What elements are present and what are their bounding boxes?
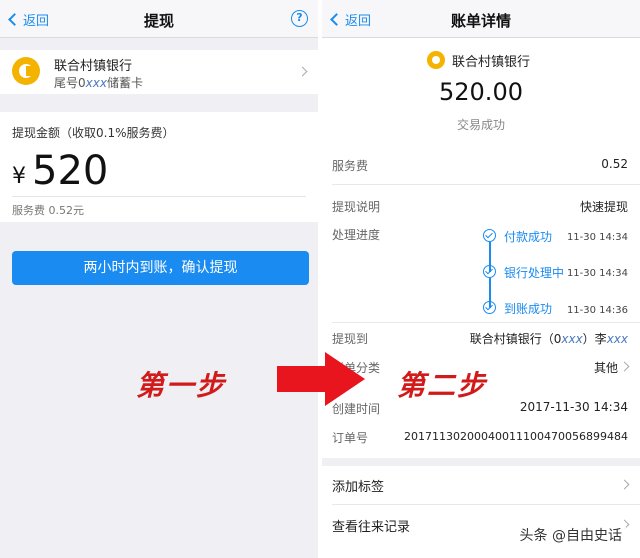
- divider: [12, 196, 306, 197]
- divider: [332, 322, 640, 323]
- to-value: 联合村镇银行（0xxx）李xxx: [469, 332, 628, 346]
- watermark: 头条 @自由史话: [515, 524, 626, 546]
- page-title: 账单详情: [450, 12, 511, 30]
- to-label: 提现到: [332, 332, 369, 346]
- desc-value: 快速提现: [579, 200, 628, 214]
- bank-card-selector[interactable]: 联合村镇银行 尾号0xxx储蓄卡: [0, 50, 318, 94]
- bill-detail-list: 服务费 0.52 提现说明 快速提现 处理进度 付款成功 11-30 14:34…: [322, 150, 640, 458]
- divider: [332, 504, 640, 505]
- confirm-withdraw-button[interactable]: 两小时内到账，确认提现: [12, 251, 309, 285]
- help-icon[interactable]: ?: [291, 10, 308, 27]
- history-item[interactable]: 查看往来记录: [332, 516, 410, 535]
- chevron-right-icon: [297, 66, 308, 77]
- currency-symbol: ¥: [12, 164, 26, 189]
- bill-amount: 520.00: [439, 78, 523, 106]
- progress-step: 付款成功: [504, 230, 553, 244]
- step-one-label: 第一步: [136, 369, 227, 402]
- withdraw-navbar: 返回 提现 ?: [0, 0, 318, 38]
- progress-time: 11-30 14:36: [566, 305, 628, 316]
- category-value[interactable]: 其他: [594, 359, 618, 376]
- bank-logo-icon: [427, 51, 445, 69]
- amount-input[interactable]: 520: [32, 148, 108, 194]
- progress-time: 11-30 14:34: [566, 268, 628, 279]
- amount-label: 提现金额（收取0.1%服务费）: [12, 126, 175, 140]
- page-title: 提现: [143, 12, 174, 30]
- order-value: 20171130200040011100470056899484: [404, 430, 628, 443]
- bill-detail-screen: 返回 账单详情 联合村镇银行 520.00 交易成功 服务费 0.52 提现说明…: [322, 0, 640, 558]
- fee-value: 0.52: [601, 157, 628, 171]
- progress-step: 银行处理中: [504, 266, 565, 280]
- desc-label: 提现说明: [332, 200, 381, 214]
- bank-logo-icon: [12, 57, 40, 85]
- arrow-head-icon: [325, 352, 365, 406]
- check-circle-icon: [483, 301, 496, 314]
- progress-label: 处理进度: [332, 228, 381, 242]
- check-circle-icon: [483, 265, 496, 278]
- check-circle-icon: [483, 229, 496, 242]
- order-label: 订单号: [332, 431, 369, 445]
- created-value: 2017-11-30 14:34: [519, 400, 628, 414]
- add-tag-item[interactable]: 添加标签: [332, 476, 384, 495]
- progress-time: 11-30 14:34: [566, 232, 628, 243]
- bank-card-number: 尾号0xxx储蓄卡: [54, 76, 143, 90]
- chevron-right-icon: [619, 361, 630, 372]
- bill-status: 交易成功: [456, 118, 505, 132]
- merchant-name: 联合村镇银行: [452, 55, 531, 70]
- merchant-header: 联合村镇银行 520.00 交易成功: [322, 38, 640, 150]
- bill-navbar: 返回 账单详情: [322, 0, 640, 38]
- divider: [332, 184, 640, 185]
- withdraw-screen: 返回 提现 ? 联合村镇银行 尾号0xxx储蓄卡 提现金额（收取0.1%服务费）…: [0, 0, 318, 558]
- chevron-right-icon: [619, 479, 630, 490]
- progress-step: 到账成功: [504, 302, 553, 316]
- bank-name: 联合村镇银行: [54, 59, 133, 74]
- fee-note: 服务费 0.52元: [12, 204, 84, 217]
- arrow-right-icon: [277, 366, 325, 392]
- fee-label: 服务费: [332, 159, 369, 173]
- step-two-label: 第二步: [397, 369, 488, 402]
